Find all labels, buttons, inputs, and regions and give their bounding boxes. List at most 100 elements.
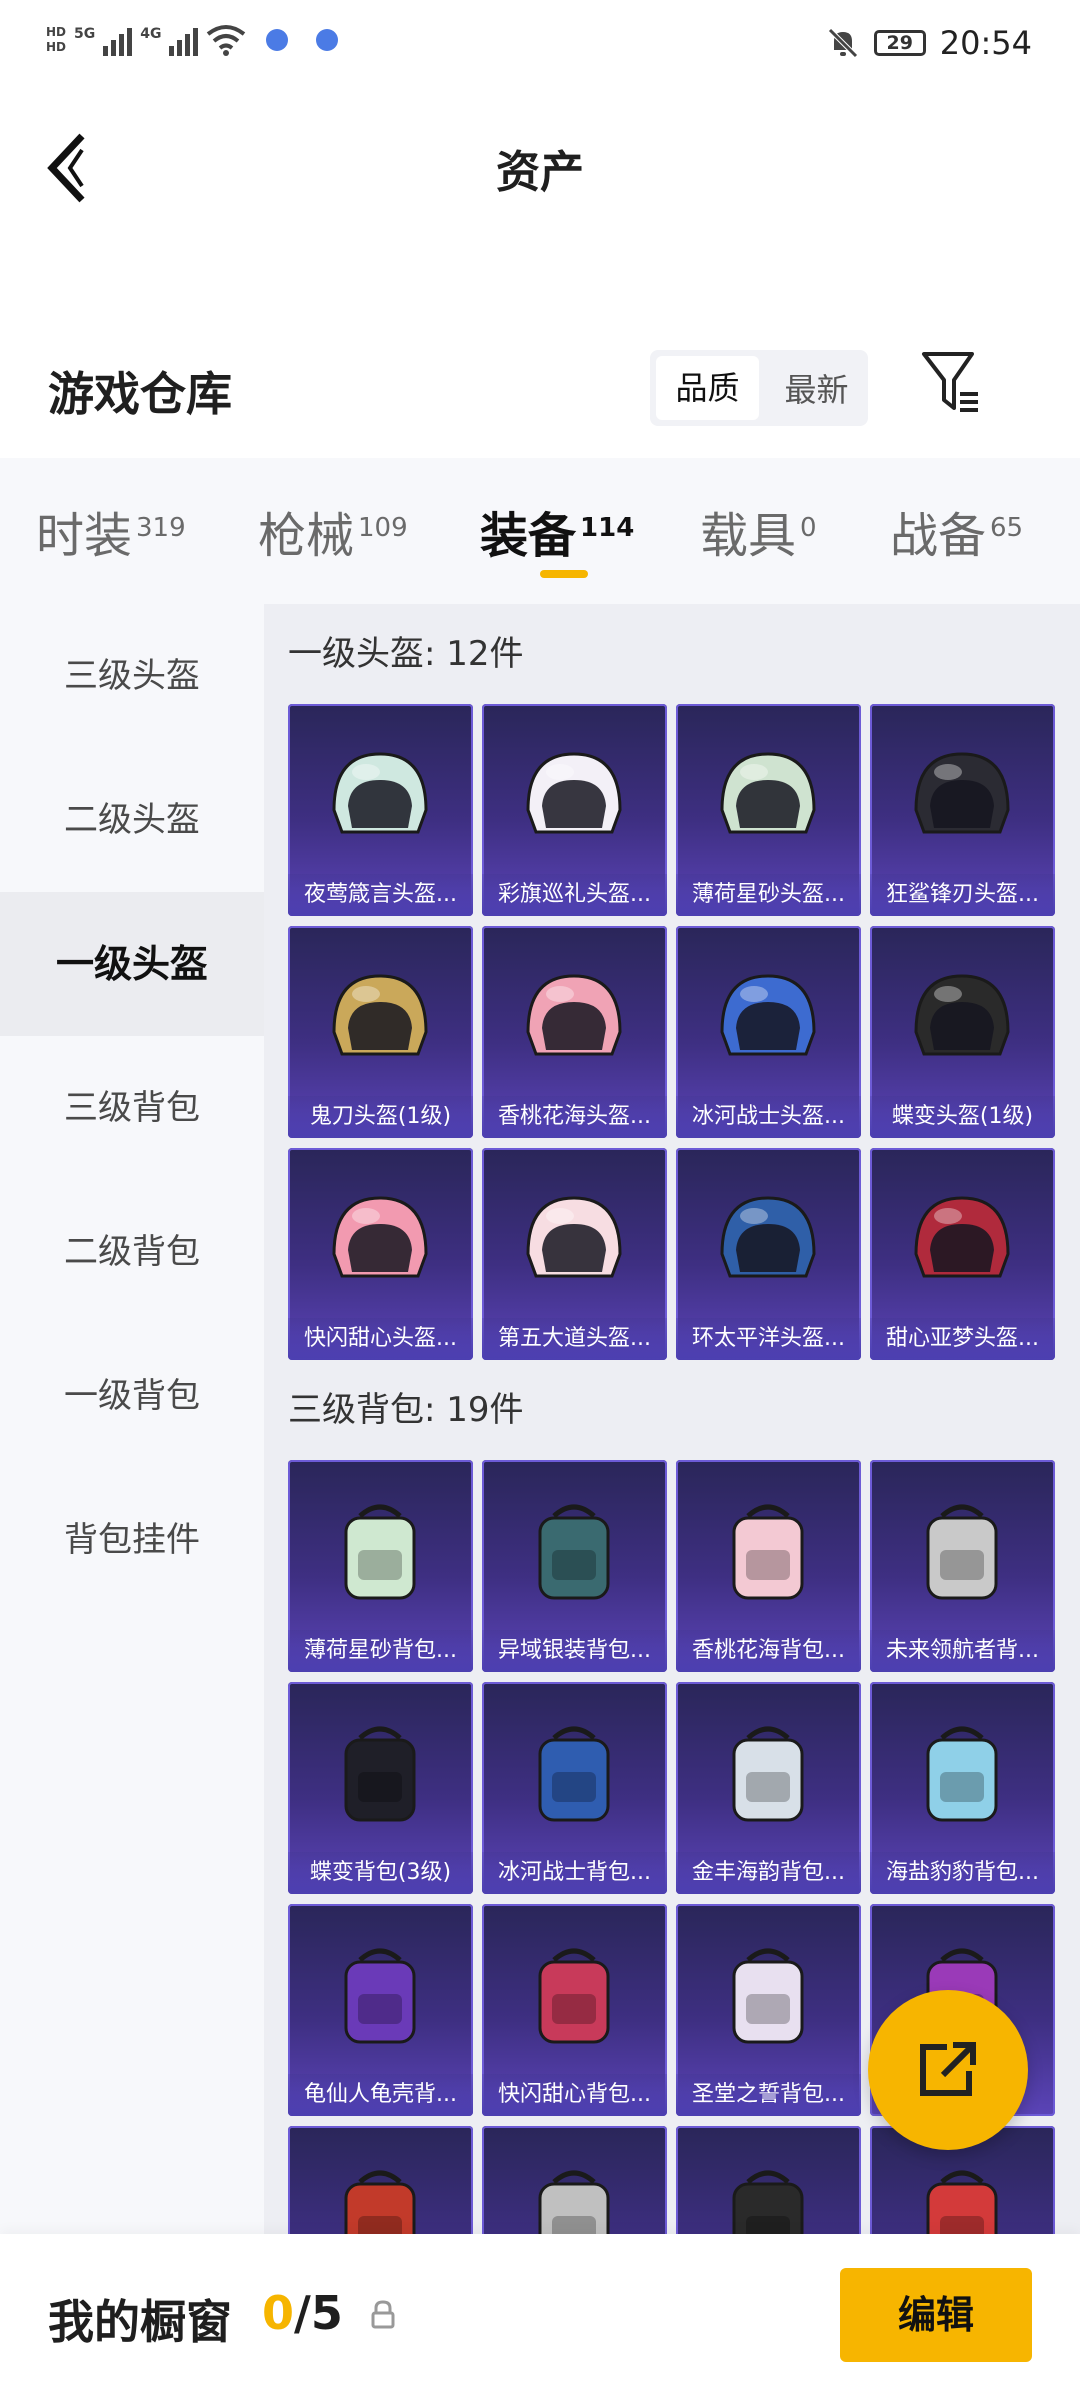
battery-icon: 29 <box>873 30 926 56</box>
backpack-item-card[interactable]: 龟仙人龟壳背... <box>288 1904 473 2116</box>
item-name: 甜心亚梦头盔... <box>870 1318 1055 1360</box>
battery-level: 29 <box>886 32 913 54</box>
helmet-item-card[interactable]: 薄荷星砂头盔... <box>676 704 861 916</box>
backpack-item-card[interactable]: 香桃花海背包... <box>676 1460 861 1672</box>
backpack-icon <box>926 1726 998 1822</box>
signal-icon <box>103 24 133 56</box>
backpack-item-card[interactable]: 金丰海韵背包... <box>676 1682 861 1894</box>
item-name: 薄荷星砂头盔... <box>676 874 861 916</box>
tab-count: 319 <box>136 513 186 543</box>
item-name: 龟仙人龟壳背... <box>288 2074 473 2116</box>
helmet-icon <box>720 752 816 834</box>
sidebar-item-level1-helmet[interactable]: 一级头盔 <box>0 892 264 1036</box>
backpack-item-card[interactable]: 异域银装背包... <box>482 1460 667 1672</box>
backpack-item-card[interactable] <box>288 2126 473 2234</box>
helmet-item-card[interactable]: 甜心亚梦头盔... <box>870 1148 1055 1360</box>
item-name: 金丰海韵背包... <box>676 1852 861 1894</box>
helmet-icon <box>720 1196 816 1278</box>
helmet-item-card[interactable]: 第五大道头盔... <box>482 1148 667 1360</box>
helmet-item-card[interactable]: 快闪甜心头盔... <box>288 1148 473 1360</box>
item-list[interactable]: 一级头盔: 12件 夜莺箴言头盔... 彩旗巡礼头盔... 薄荷星砂头盔... 狂鲨锋… <box>264 604 1080 2234</box>
backpack-item-card[interactable]: 圣堂之誓背包... <box>676 1904 861 2116</box>
backpack-item-card[interactable]: 未来领航者背... <box>870 1460 1055 1672</box>
helmet-icon <box>332 1196 428 1278</box>
tab-vehicles[interactable]: 载具 0 <box>700 496 817 566</box>
helmet-item-card[interactable]: 彩旗巡礼头盔... <box>482 704 667 916</box>
tab-fashion[interactable]: 时装 319 <box>36 496 186 566</box>
sidebar-item-level2-helmet[interactable]: 二级头盔 <box>0 748 264 892</box>
backpack-icon <box>732 1504 804 1600</box>
backpack-icon <box>732 1948 804 2044</box>
item-name: 狂鲨锋刃头盔... <box>870 874 1055 916</box>
item-name: 冰河战士头盔... <box>676 1096 861 1138</box>
helmet-item-card[interactable]: 夜莺箴言头盔... <box>288 704 473 916</box>
sidebar-item-level3-backpack[interactable]: 三级背包 <box>0 1036 264 1180</box>
helmet-icon <box>720 974 816 1056</box>
sort-toggle: 品质 最新 <box>650 350 868 426</box>
tab-equipment[interactable]: 装备 114 <box>480 496 634 566</box>
hd-icon: HD HD <box>46 25 67 54</box>
tab-count: 109 <box>358 513 408 543</box>
item-name: 香桃花海头盔... <box>482 1096 667 1138</box>
helmet-item-card[interactable]: 环太平洋头盔... <box>676 1148 861 1360</box>
tab-weapons[interactable]: 枪械 109 <box>258 496 408 566</box>
helmet-icon <box>526 752 622 834</box>
warehouse-header: 游戏仓库 品质 最新 <box>0 340 1080 450</box>
item-name: 蝶变背包(3级) <box>288 1852 473 1894</box>
tab-count: 0 <box>800 513 817 543</box>
item-name: 未来领航者背... <box>870 1630 1055 1672</box>
status-bar: HD HD 5G 4G 29 20:54 <box>0 0 1080 100</box>
item-name: 香桃花海背包... <box>676 1630 861 1672</box>
backpack-item-card[interactable] <box>482 2126 667 2234</box>
backpack-icon <box>538 1726 610 1822</box>
backpack-item-card[interactable]: 快闪甜心背包... <box>482 1904 667 2116</box>
item-name: 异域银装背包... <box>482 1630 667 1672</box>
helmet-icon <box>526 974 622 1056</box>
helmet-icon <box>332 974 428 1056</box>
backpack-item-card[interactable] <box>676 2126 861 2234</box>
backpack-item-card[interactable]: 蝶变背包(3级) <box>288 1682 473 1894</box>
helmet-item-card[interactable]: 鬼刀头盔(1级) <box>288 926 473 1138</box>
item-name: 鬼刀头盔(1级) <box>288 1096 473 1138</box>
signal-icon-2 <box>169 24 199 56</box>
helmet-item-card[interactable]: 蝶变头盔(1级) <box>870 926 1055 1138</box>
backpack-icon <box>926 2170 998 2234</box>
tab-count: 65 <box>990 513 1024 543</box>
sidebar-item-backpack-charm[interactable]: 背包挂件 <box>0 1468 264 1612</box>
sidebar: 三级头盔 二级头盔 一级头盔 三级背包 二级背包 一级背包 背包挂件 <box>0 604 264 2234</box>
item-name: 快闪甜心背包... <box>482 2074 667 2116</box>
network-label-2: 4G <box>140 26 162 42</box>
item-name: 海盐豹豹背包... <box>870 1852 1055 1894</box>
tab-count: 114 <box>580 513 635 543</box>
showcase-title: 我的橱窗 <box>48 2295 232 2349</box>
item-name: 冰河战士背包... <box>482 1852 667 1894</box>
group-title-backpacks: 三级背包: 19件 <box>288 1390 524 1430</box>
clock: 20:54 <box>939 24 1032 62</box>
lock-icon <box>371 2300 395 2329</box>
backpack-item-card[interactable]: 海盐豹豹背包... <box>870 1682 1055 1894</box>
share-button[interactable] <box>868 1990 1028 2150</box>
showcase-count-total: /5 <box>294 2286 343 2340</box>
sidebar-item-level2-backpack[interactable]: 二级背包 <box>0 1180 264 1324</box>
backpack-item-card[interactable]: 冰河战士背包... <box>482 1682 667 1894</box>
item-name: 薄荷星砂背包... <box>288 1630 473 1672</box>
helmet-item-card[interactable]: 香桃花海头盔... <box>482 926 667 1138</box>
filter-icon[interactable] <box>920 348 982 416</box>
helmet-icon <box>914 752 1010 834</box>
backpack-icon <box>538 1948 610 2044</box>
sort-quality-button[interactable]: 品质 <box>656 356 759 420</box>
backpack-item-card[interactable]: 薄荷星砂背包... <box>288 1460 473 1672</box>
backpack-icon <box>732 1726 804 1822</box>
tab-supplies[interactable]: 战备 65 <box>890 496 1023 566</box>
sidebar-item-level3-helmet[interactable]: 三级头盔 <box>0 604 264 748</box>
helmet-grid: 夜莺箴言头盔... 彩旗巡礼头盔... 薄荷星砂头盔... 狂鲨锋刃头盔... 鬼刀头盔… <box>264 704 1080 1360</box>
item-name: 彩旗巡礼头盔... <box>482 874 667 916</box>
sort-latest-button[interactable]: 最新 <box>765 365 868 411</box>
helmet-item-card[interactable]: 冰河战士头盔... <box>676 926 861 1138</box>
sidebar-item-level1-backpack[interactable]: 一级背包 <box>0 1324 264 1468</box>
mute-bell-icon <box>828 28 858 58</box>
edit-button[interactable]: 编辑 <box>840 2268 1032 2362</box>
helmet-item-card[interactable]: 狂鲨锋刃头盔... <box>870 704 1055 916</box>
backpack-icon <box>538 2170 610 2234</box>
backpack-icon <box>344 2170 416 2234</box>
